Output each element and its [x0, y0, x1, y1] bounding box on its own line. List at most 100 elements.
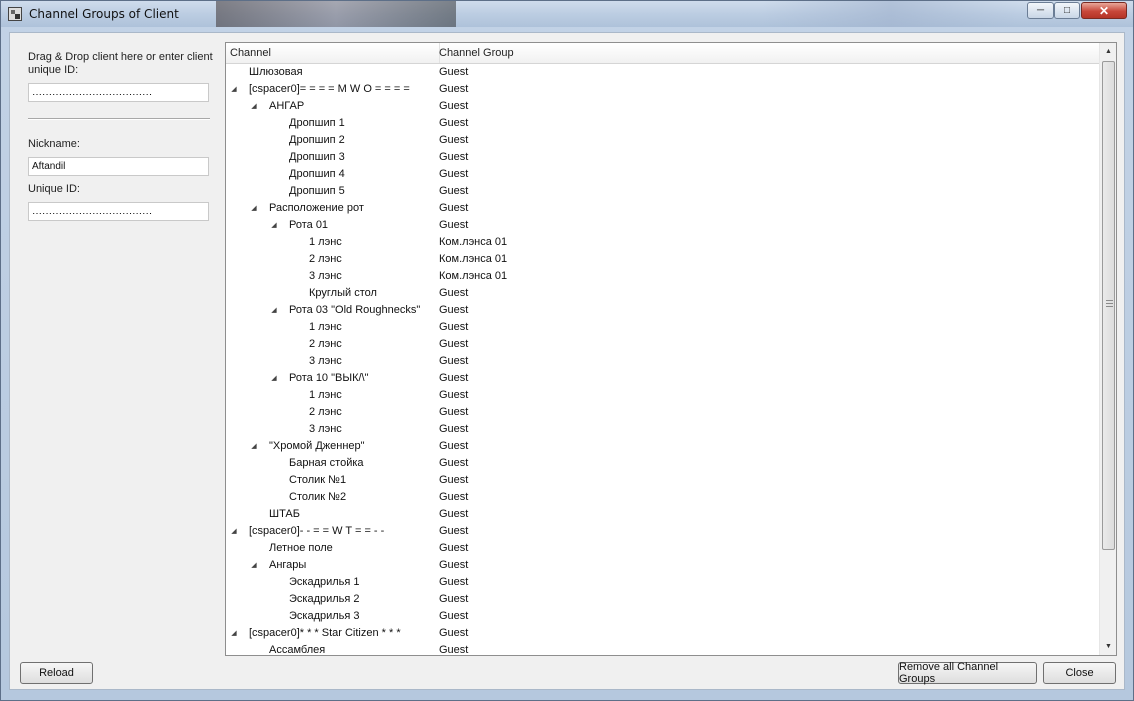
tree-row[interactable]: ◢ Расположение рот Guest — [226, 200, 1099, 217]
channel-name: Ангары — [269, 559, 307, 571]
reload-button[interactable]: Reload — [20, 662, 93, 684]
vertical-scrollbar[interactable]: ▲ ▼ — [1099, 43, 1116, 655]
window-close-button[interactable]: ✕ — [1081, 2, 1127, 19]
scrollbar-thumb[interactable] — [1102, 61, 1115, 550]
channel-group-value: Guest — [439, 491, 469, 503]
tree-row[interactable]: 1 лэнс Guest — [226, 319, 1099, 336]
triangle-expanded-icon[interactable]: ◢ — [229, 523, 239, 540]
tree-row[interactable]: 3 лэнс Ком.лэнса 01 — [226, 268, 1099, 285]
tree-row[interactable]: ◢ Рота 03 "Old Roughnecks" Guest — [226, 302, 1099, 319]
tree-row[interactable]: Дропшип 2 Guest — [226, 132, 1099, 149]
tree-row[interactable]: Дропшип 3 Guest — [226, 149, 1099, 166]
tree-row[interactable]: ◢ [cspacer0]= = = = M W O = = = = Guest — [226, 81, 1099, 98]
channel-name: Шлюзовая — [249, 66, 303, 78]
channel-group-value: Guest — [439, 202, 469, 214]
channel-group-value: Ком.лэнса 01 — [439, 253, 508, 265]
channel-group-tree[interactable]: Channel Channel Group Шлюзовая Guest ◢ [csp… — [225, 42, 1117, 656]
column-header-channel-group[interactable]: Channel Group — [436, 43, 1039, 63]
remove-all-channel-groups-button[interactable]: Remove all Channel Groups — [898, 661, 1037, 685]
channel-group-value: Guest — [439, 100, 469, 112]
tree-row[interactable]: Барная стойка Guest — [226, 455, 1099, 472]
channel-name: 3 лэнс — [309, 423, 342, 435]
column-header-channel[interactable]: Channel — [226, 43, 440, 63]
tree-row[interactable]: ◢ АНГАР Guest — [226, 98, 1099, 115]
tree-row[interactable]: Ассамблея Guest — [226, 642, 1099, 655]
triangle-expanded-icon[interactable]: ◢ — [269, 217, 279, 234]
tree-row[interactable]: 2 лэнс Ком.лэнса 01 — [226, 251, 1099, 268]
triangle-expanded-icon[interactable]: ◢ — [269, 302, 279, 319]
triangle-expanded-icon[interactable]: ◢ — [229, 81, 239, 98]
channel-group-value: Guest — [439, 372, 469, 384]
channel-name: 3 лэнс — [309, 355, 342, 367]
client-id-input[interactable]: ‥‥‥‥‥‥‥‥‥‥‥‥‥‥‥‥‥‥ — [28, 83, 209, 102]
triangle-expanded-icon[interactable]: ◢ — [249, 200, 259, 217]
triangle-expanded-icon[interactable]: ◢ — [269, 370, 279, 387]
channel-name: Летное поле — [269, 542, 333, 554]
tree-row[interactable]: ◢ [cspacer0]* * * Star Citizen * * * Guest — [226, 625, 1099, 642]
channel-group-value: Guest — [439, 474, 469, 486]
channel-name: Рота 03 "Old Roughnecks" — [289, 304, 421, 316]
channel-name: АНГАР — [269, 100, 305, 112]
title-bar[interactable]: Channel Groups of Client ─ □ ✕ — [1, 1, 1133, 27]
tree-row[interactable]: ◢ [cspacer0]- - = = W T = = - - Guest — [226, 523, 1099, 540]
channel-name: 2 лэнс — [309, 253, 342, 265]
channel-group-value: Guest — [439, 440, 469, 452]
channel-group-value: Ком.лэнса 01 — [439, 236, 508, 248]
tree-row[interactable]: Летное поле Guest — [226, 540, 1099, 557]
channel-group-value: Guest — [439, 508, 469, 520]
maximize-icon: □ — [1063, 5, 1071, 16]
channel-name: [cspacer0]= = = = M W O = = = = — [249, 83, 410, 95]
nickname-field[interactable]: Aftandil — [28, 157, 209, 176]
tree-row[interactable]: Эскадрилья 1 Guest — [226, 574, 1099, 591]
triangle-expanded-icon[interactable]: ◢ — [249, 557, 259, 574]
tree-row[interactable]: ◢ Ангары Guest — [226, 557, 1099, 574]
tree-row[interactable]: Эскадрилья 3 Guest — [226, 608, 1099, 625]
channel-group-value: Ком.лэнса 01 — [439, 270, 508, 282]
triangle-expanded-icon[interactable]: ◢ — [229, 625, 239, 642]
channel-group-value: Guest — [439, 151, 469, 163]
channel-group-value: Guest — [439, 219, 469, 231]
tree-row[interactable]: Столик №2 Guest — [226, 489, 1099, 506]
tree-row[interactable]: 1 лэнс Guest — [226, 387, 1099, 404]
channel-name: [cspacer0]* * * Star Citizen * * * — [249, 627, 401, 639]
channel-group-value: Guest — [439, 406, 469, 418]
triangle-expanded-icon[interactable]: ◢ — [249, 98, 259, 115]
scroll-down-arrow-icon[interactable]: ▼ — [1100, 638, 1116, 655]
channel-group-value: Guest — [439, 185, 469, 197]
unique-id-field[interactable]: ‥‥‥‥‥‥‥‥‥‥‥‥‥‥‥‥‥‥ — [28, 202, 209, 221]
triangle-expanded-icon[interactable]: ◢ — [249, 438, 259, 455]
tree-row[interactable]: ШТАБ Guest — [226, 506, 1099, 523]
minimize-button[interactable]: ─ — [1027, 2, 1054, 19]
tree-row[interactable]: 2 лэнс Guest — [226, 336, 1099, 353]
app-icon — [8, 7, 22, 21]
scroll-up-arrow-icon[interactable]: ▲ — [1100, 43, 1116, 60]
channel-name: Эскадрилья 2 — [289, 593, 360, 605]
channel-group-value: Guest — [439, 321, 469, 333]
tree-row[interactable]: Дропшип 5 Guest — [226, 183, 1099, 200]
tree-rows: Шлюзовая Guest ◢ [cspacer0]= = = = M W O = … — [226, 64, 1099, 655]
channel-name: ШТАБ — [269, 508, 300, 520]
channel-name: Дропшип 1 — [289, 117, 345, 129]
tree-row[interactable]: ◢ Рота 10 "ВЫК/\" Guest — [226, 370, 1099, 387]
channel-name: Эскадрилья 3 — [289, 610, 360, 622]
tree-row[interactable]: Шлюзовая Guest — [226, 64, 1099, 81]
channel-group-value: Guest — [439, 66, 469, 78]
tree-row[interactable]: Дропшип 4 Guest — [226, 166, 1099, 183]
channel-group-value: Guest — [439, 83, 469, 95]
tree-row[interactable]: Круглый стол Guest — [226, 285, 1099, 302]
tree-row[interactable]: Дропшип 1 Guest — [226, 115, 1099, 132]
tree-row[interactable]: Эскадрилья 2 Guest — [226, 591, 1099, 608]
tree-row[interactable]: Столик №1 Guest — [226, 472, 1099, 489]
channel-name: Эскадрилья 1 — [289, 576, 360, 588]
tree-row[interactable]: 2 лэнс Guest — [226, 404, 1099, 421]
tree-header: Channel Channel Group — [226, 43, 1099, 64]
tree-row[interactable]: 3 лэнс Guest — [226, 353, 1099, 370]
maximize-button[interactable]: □ — [1054, 2, 1080, 19]
channel-group-value: Guest — [439, 355, 469, 367]
tree-row[interactable]: ◢ Рота 01 Guest — [226, 217, 1099, 234]
tree-row[interactable]: 3 лэнс Guest — [226, 421, 1099, 438]
tree-row[interactable]: 1 лэнс Ком.лэнса 01 — [226, 234, 1099, 251]
tree-row[interactable]: ◢ "Хромой Дженнер" Guest — [226, 438, 1099, 455]
channel-name: 1 лэнс — [309, 321, 342, 333]
close-button[interactable]: Close — [1043, 662, 1116, 684]
